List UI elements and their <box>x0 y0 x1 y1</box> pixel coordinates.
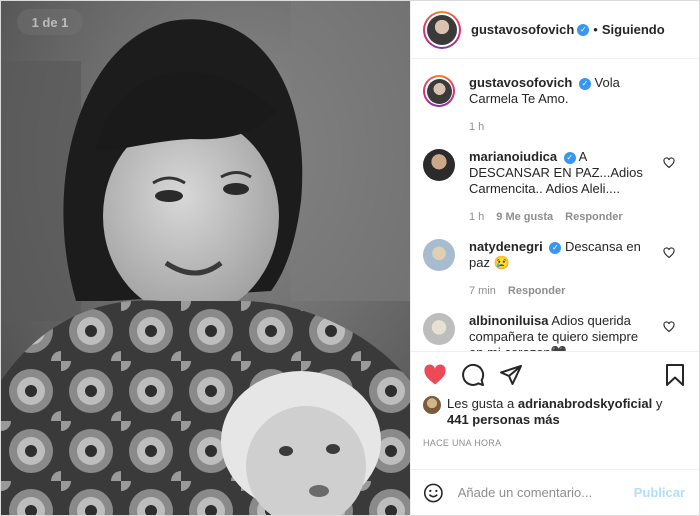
image-counter: 1 de 1 <box>17 9 83 35</box>
separator-dot: • <box>593 22 598 37</box>
reply-button[interactable]: Responder <box>508 283 565 299</box>
following-button[interactable]: Siguiendo <box>602 22 665 37</box>
likes-prefix: Les gusta a <box>447 396 515 411</box>
heart-filled-icon[interactable] <box>423 363 447 387</box>
post-sidebar: gustavosofovich ✓ • Siguiendo gustavosof… <box>410 1 699 515</box>
caption-time[interactable]: 1 h <box>469 119 484 135</box>
liker-username[interactable]: adrianabrodskyoficial <box>518 396 652 411</box>
heart-outline-icon[interactable] <box>663 321 675 333</box>
verified-icon: ✓ <box>563 151 576 164</box>
comment-icon[interactable] <box>461 363 485 387</box>
publish-button[interactable]: Publicar <box>634 485 685 500</box>
comment-composer: Publicar <box>411 469 699 515</box>
caption-username[interactable]: gustavosofovich <box>469 75 572 90</box>
comment-time[interactable]: 1 h <box>469 209 484 225</box>
commenter-avatar[interactable] <box>423 239 455 271</box>
verified-icon: ✓ <box>577 23 590 36</box>
comment-username[interactable]: albinoniluisa <box>469 313 548 328</box>
instagram-post: 1 de 1 gustavosofovich ✓ • Siguiendo gus… <box>0 0 700 516</box>
likes-suffix: y <box>655 396 663 411</box>
black-and-white-portrait-image <box>1 1 410 515</box>
post-timestamp[interactable]: HACE UNA HORA <box>423 438 687 448</box>
caption-avatar[interactable] <box>423 75 455 107</box>
author-username[interactable]: gustavosofovich <box>471 22 574 37</box>
comment-input[interactable] <box>457 485 634 500</box>
post-header: gustavosofovich ✓ • Siguiendo <box>411 1 699 59</box>
comment-item: marianoiudica ✓ A DESCANSAR EN PAZ...Adi… <box>423 149 687 225</box>
likes-count[interactable]: 441 personas más <box>447 412 560 427</box>
comment-time[interactable]: 7 min <box>469 283 496 299</box>
comments-list[interactable]: gustavosofovich ✓ Vola Carmela Te Amo. 1… <box>411 59 699 351</box>
comment-item: natydenegri ✓ Descansa en paz 😢 7 min Re… <box>423 239 687 299</box>
commenter-avatar[interactable] <box>423 149 455 181</box>
post-actions: Les gusta a adrianabrodskyoficial y 441 … <box>411 351 699 469</box>
likes-summary: Les gusta a adrianabrodskyoficial y 441 … <box>423 396 687 428</box>
comment-username[interactable]: natydenegri <box>469 239 543 254</box>
commenter-avatar[interactable] <box>423 313 455 345</box>
bookmark-icon[interactable] <box>663 363 687 387</box>
comment-likes[interactable]: 9 Me gusta <box>496 209 553 225</box>
verified-icon: ✓ <box>578 77 591 90</box>
comment-username[interactable]: marianoiudica <box>469 149 557 164</box>
reply-button[interactable]: Responder <box>565 209 622 225</box>
emoji-icon[interactable] <box>423 481 444 505</box>
author-avatar[interactable] <box>423 10 461 49</box>
liker-avatar[interactable] <box>423 396 441 414</box>
heart-outline-icon[interactable] <box>663 157 675 169</box>
share-icon[interactable] <box>499 363 523 387</box>
post-photo[interactable]: 1 de 1 <box>1 1 410 515</box>
verified-icon: ✓ <box>549 241 562 254</box>
comment-item: albinoniluisa Adios querida compañera te… <box>423 313 687 351</box>
caption: gustavosofovich ✓ Vola Carmela Te Amo. 1… <box>423 75 687 135</box>
heart-outline-icon[interactable] <box>663 247 675 259</box>
